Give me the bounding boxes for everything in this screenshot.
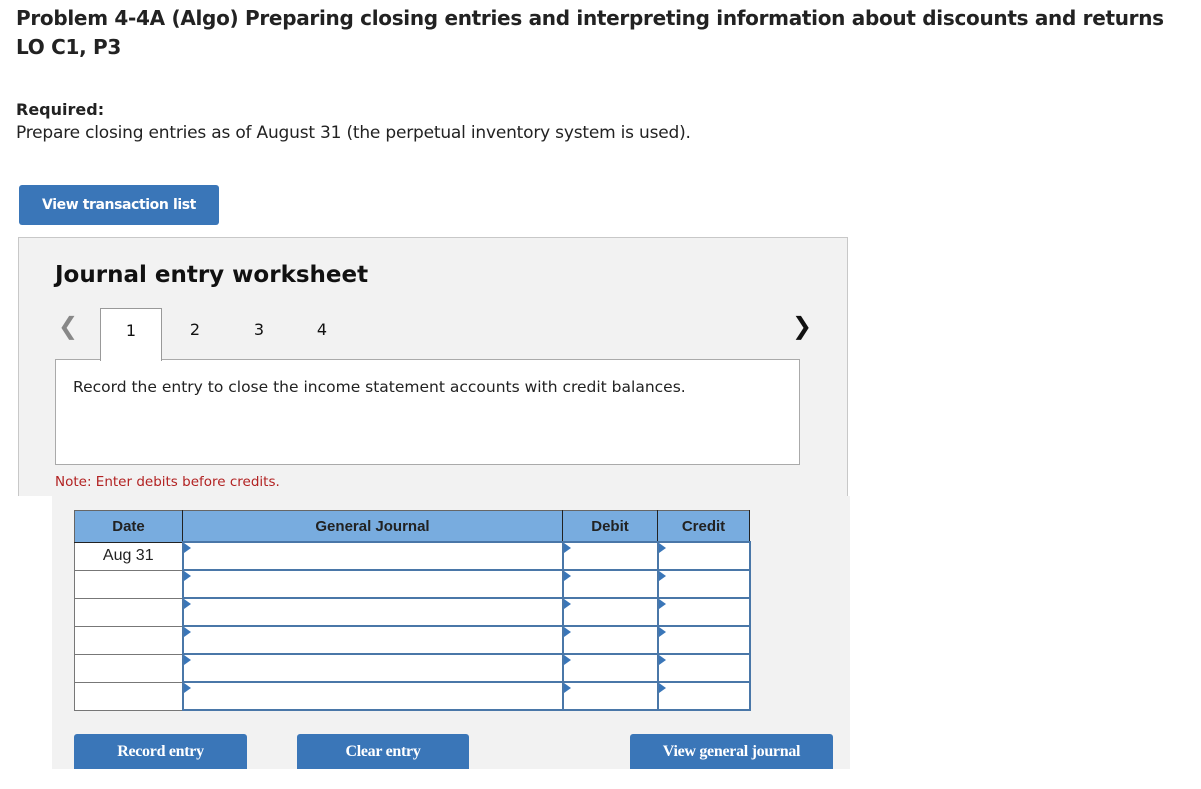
credit-input[interactable] — [658, 543, 749, 569]
account-input[interactable] — [183, 571, 562, 597]
tab-2[interactable]: 2 — [164, 308, 226, 360]
credit-cell[interactable] — [656, 541, 751, 571]
account-cell[interactable] — [181, 681, 564, 711]
journal-header-row: Date General Journal Debit Credit — [74, 510, 750, 543]
debit-cell[interactable] — [561, 625, 659, 655]
problem-title: Problem 4-4A (Algo) Preparing closing en… — [16, 4, 1164, 62]
date-cell: Aug 31 — [74, 541, 183, 571]
tab-1[interactable]: 1 — [100, 308, 162, 361]
credit-cell[interactable] — [656, 681, 751, 711]
column-header-general-journal: General Journal — [182, 510, 563, 543]
account-input[interactable] — [183, 683, 562, 709]
credit-input[interactable] — [658, 571, 749, 597]
instruction-box: Record the entry to close the income sta… — [55, 359, 800, 465]
account-input[interactable] — [183, 627, 562, 653]
debit-input[interactable] — [563, 599, 657, 625]
column-header-debit: Debit — [562, 510, 658, 543]
record-entry-button[interactable]: Record entry — [74, 734, 247, 769]
account-cell[interactable] — [181, 625, 564, 655]
date-cell — [74, 681, 183, 711]
date-cell — [74, 653, 183, 683]
table-row — [74, 653, 751, 683]
column-header-date: Date — [74, 510, 183, 543]
credit-cell[interactable] — [656, 625, 751, 655]
chevron-right-icon[interactable]: ❯ — [792, 312, 812, 340]
debit-input[interactable] — [563, 683, 657, 709]
table-row — [74, 681, 751, 711]
table-row — [74, 625, 751, 655]
account-cell[interactable] — [181, 541, 564, 571]
credit-input[interactable] — [658, 599, 749, 625]
column-header-credit: Credit — [657, 510, 750, 543]
date-cell — [74, 597, 183, 627]
view-general-journal-button[interactable]: View general journal — [630, 734, 833, 769]
table-row: Aug 31 — [74, 541, 751, 571]
debit-cell[interactable] — [561, 653, 659, 683]
account-cell[interactable] — [181, 653, 564, 683]
problem-title-line2: LO C1, P3 — [16, 35, 122, 59]
credit-cell[interactable] — [656, 569, 751, 599]
credit-input[interactable] — [658, 683, 749, 709]
instruction-text: Record the entry to close the income sta… — [73, 378, 686, 396]
worksheet-title: Journal entry worksheet — [55, 262, 369, 288]
debit-input[interactable] — [563, 543, 657, 569]
required-text: Prepare closing entries as of August 31 … — [16, 123, 691, 143]
account-input[interactable] — [183, 599, 562, 625]
view-transaction-list-button[interactable]: View transaction list — [19, 185, 219, 225]
table-row — [74, 597, 751, 627]
account-cell[interactable] — [181, 569, 564, 599]
debits-note: Note: Enter debits before credits. — [55, 474, 280, 490]
credit-cell[interactable] — [656, 653, 751, 683]
credit-cell[interactable] — [656, 597, 751, 627]
debit-cell[interactable] — [561, 541, 659, 571]
account-cell[interactable] — [181, 597, 564, 627]
debit-input[interactable] — [563, 627, 657, 653]
date-cell — [74, 625, 183, 655]
debit-cell[interactable] — [561, 569, 659, 599]
account-input[interactable] — [183, 543, 562, 569]
clear-entry-button[interactable]: Clear entry — [297, 734, 469, 769]
account-input[interactable] — [183, 655, 562, 681]
date-cell — [74, 569, 183, 599]
credit-input[interactable] — [658, 655, 749, 681]
debit-input[interactable] — [563, 571, 657, 597]
problem-title-line1: Problem 4-4A (Algo) Preparing closing en… — [16, 6, 1164, 30]
chevron-left-icon[interactable]: ❮ — [58, 312, 78, 340]
credit-input[interactable] — [658, 627, 749, 653]
table-row — [74, 569, 751, 599]
debit-cell[interactable] — [561, 597, 659, 627]
required-label: Required: — [16, 100, 105, 119]
tab-3[interactable]: 3 — [228, 308, 290, 360]
journal-table: Date General Journal Debit Credit Aug 31 — [74, 510, 751, 711]
debit-input[interactable] — [563, 655, 657, 681]
debit-cell[interactable] — [561, 681, 659, 711]
tab-4[interactable]: 4 — [291, 308, 353, 360]
